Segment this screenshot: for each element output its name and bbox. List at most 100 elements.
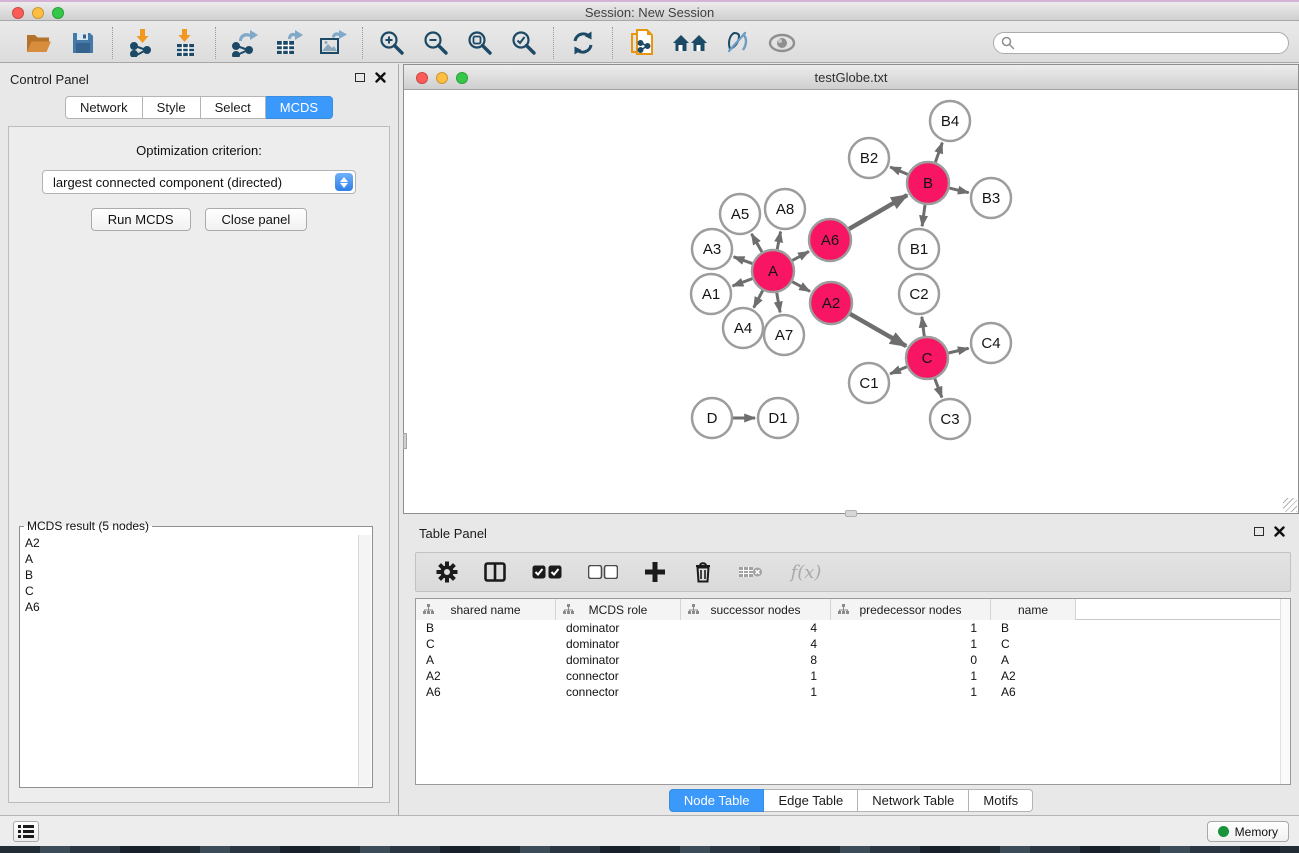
save-session-icon[interactable] bbox=[68, 28, 98, 58]
cell-predecessor-nodes[interactable]: 0 bbox=[831, 652, 991, 668]
homes-icon[interactable] bbox=[671, 28, 709, 58]
column-sort-icon[interactable] bbox=[563, 604, 574, 615]
result-item[interactable]: A2 bbox=[21, 535, 357, 551]
result-scrollbar[interactable] bbox=[358, 535, 371, 786]
column-header-MCDS-role[interactable]: MCDS role bbox=[556, 599, 681, 620]
splitter-handle-left[interactable] bbox=[403, 433, 407, 449]
column-header-predecessor-nodes[interactable]: predecessor nodes bbox=[831, 599, 991, 620]
edge-A-A1[interactable] bbox=[733, 279, 753, 286]
cell-shared-name[interactable]: B bbox=[416, 620, 556, 636]
refresh-icon[interactable] bbox=[568, 28, 598, 58]
network-graph[interactable]: AA1A2A3A4A5A6A7A8BB1B2B3B4CC1C2C3C4DD1 bbox=[404, 90, 1298, 513]
import-network-icon[interactable] bbox=[127, 28, 157, 58]
zoom-in-icon[interactable] bbox=[377, 28, 407, 58]
tab-edge-table[interactable]: Edge Table bbox=[764, 789, 858, 812]
cell-name[interactable]: B bbox=[991, 620, 1076, 636]
cell-successor-nodes[interactable]: 4 bbox=[681, 636, 831, 652]
result-item[interactable]: B bbox=[21, 567, 357, 583]
open-file-icon[interactable] bbox=[24, 28, 54, 58]
cell-successor-nodes[interactable]: 4 bbox=[681, 620, 831, 636]
edge-A-A8[interactable] bbox=[777, 232, 780, 250]
column-header-successor-nodes[interactable]: successor nodes bbox=[681, 599, 831, 620]
close-panel-button[interactable]: Close panel bbox=[205, 208, 308, 231]
result-item[interactable]: C bbox=[21, 583, 357, 599]
select-all-icon[interactable] bbox=[530, 559, 564, 585]
float-panel-icon[interactable] bbox=[355, 73, 365, 82]
criterion-select[interactable]: largest connected component (directed) bbox=[42, 170, 356, 194]
cell-name[interactable]: C bbox=[991, 636, 1076, 652]
cell-name[interactable]: A2 bbox=[991, 668, 1076, 684]
cell-predecessor-nodes[interactable]: 1 bbox=[831, 636, 991, 652]
tab-node-table[interactable]: Node Table bbox=[669, 789, 765, 812]
close-table-panel-icon[interactable] bbox=[1274, 526, 1285, 537]
zoom-fit-icon[interactable] bbox=[465, 28, 495, 58]
column-header-shared-name[interactable]: shared name bbox=[416, 599, 556, 620]
tab-select[interactable]: Select bbox=[201, 96, 266, 119]
table-row[interactable]: Bdominator41B bbox=[416, 620, 1290, 636]
float-table-panel-icon[interactable] bbox=[1254, 527, 1264, 536]
show-column-icon[interactable] bbox=[482, 559, 508, 585]
cell-shared-name[interactable]: A2 bbox=[416, 668, 556, 684]
edge-A-A2[interactable] bbox=[792, 282, 810, 292]
network-canvas[interactable]: AA1A2A3A4A5A6A7A8BB1B2B3B4CC1C2C3C4DD1 bbox=[404, 90, 1298, 513]
function-builder-icon[interactable]: f(x) bbox=[786, 559, 826, 585]
cell-name[interactable]: A bbox=[991, 652, 1076, 668]
export-network-icon[interactable] bbox=[230, 28, 260, 58]
result-item[interactable]: A bbox=[21, 551, 357, 567]
edge-C-C3[interactable] bbox=[935, 379, 942, 398]
cell-name[interactable]: A6 bbox=[991, 684, 1076, 700]
memory-button[interactable]: Memory bbox=[1207, 821, 1289, 842]
column-sort-icon[interactable] bbox=[688, 604, 699, 615]
edge-C-C1[interactable] bbox=[890, 367, 907, 374]
table-scrollbar[interactable] bbox=[1280, 599, 1290, 784]
run-mcds-button[interactable]: Run MCDS bbox=[91, 208, 191, 231]
column-sort-icon[interactable] bbox=[423, 604, 434, 615]
clone-network-icon[interactable] bbox=[627, 28, 657, 58]
eye-icon[interactable] bbox=[767, 28, 797, 58]
deselect-all-icon[interactable] bbox=[586, 559, 620, 585]
cell-MCDS-role[interactable]: dominator bbox=[556, 620, 681, 636]
column-header-name[interactable]: name bbox=[991, 599, 1076, 620]
cell-predecessor-nodes[interactable]: 1 bbox=[831, 684, 991, 700]
tab-network-table[interactable]: Network Table bbox=[858, 789, 969, 812]
cell-MCDS-role[interactable]: dominator bbox=[556, 652, 681, 668]
tab-style[interactable]: Style bbox=[143, 96, 201, 119]
delete-column-trash-icon[interactable] bbox=[690, 559, 716, 585]
edge-A-A7[interactable] bbox=[777, 293, 780, 313]
import-table-icon[interactable] bbox=[171, 28, 201, 58]
edge-C-C4[interactable] bbox=[948, 348, 968, 353]
export-table-icon[interactable] bbox=[274, 28, 304, 58]
edge-A-A5[interactable] bbox=[752, 234, 762, 252]
edge-B-B3[interactable] bbox=[949, 188, 968, 193]
edge-A6-B[interactable] bbox=[849, 195, 907, 229]
table-row[interactable]: Cdominator41C bbox=[416, 636, 1290, 652]
edge-B-B2[interactable] bbox=[890, 167, 908, 174]
edge-A-A6[interactable] bbox=[792, 251, 809, 260]
cell-shared-name[interactable]: A bbox=[416, 652, 556, 668]
edge-A-A3[interactable] bbox=[734, 257, 753, 264]
edge-A2-C[interactable] bbox=[850, 314, 906, 346]
graphics-details-icon[interactable] bbox=[723, 28, 753, 58]
edge-B-B4[interactable] bbox=[935, 143, 942, 163]
cell-predecessor-nodes[interactable]: 1 bbox=[831, 668, 991, 684]
resize-grip[interactable] bbox=[1283, 498, 1297, 512]
table-row[interactable]: Adominator80A bbox=[416, 652, 1290, 668]
cell-successor-nodes[interactable]: 1 bbox=[681, 684, 831, 700]
cell-MCDS-role[interactable]: dominator bbox=[556, 636, 681, 652]
delete-table-icon[interactable] bbox=[738, 559, 764, 585]
tab-network[interactable]: Network bbox=[65, 96, 143, 119]
table-row[interactable]: A6connector11A6 bbox=[416, 684, 1290, 700]
close-panel-icon[interactable] bbox=[375, 72, 386, 83]
result-item[interactable]: A6 bbox=[21, 599, 357, 615]
zoom-out-icon[interactable] bbox=[421, 28, 451, 58]
cell-successor-nodes[interactable]: 8 bbox=[681, 652, 831, 668]
zoom-selected-icon[interactable] bbox=[509, 28, 539, 58]
splitter-handle-bottom[interactable] bbox=[845, 510, 857, 517]
cell-shared-name[interactable]: C bbox=[416, 636, 556, 652]
table-row[interactable]: A2connector11A2 bbox=[416, 668, 1290, 684]
tab-motifs[interactable]: Motifs bbox=[969, 789, 1033, 812]
table-settings-gear-icon[interactable] bbox=[434, 559, 460, 585]
cell-MCDS-role[interactable]: connector bbox=[556, 668, 681, 684]
export-image-icon[interactable] bbox=[318, 28, 348, 58]
cell-predecessor-nodes[interactable]: 1 bbox=[831, 620, 991, 636]
